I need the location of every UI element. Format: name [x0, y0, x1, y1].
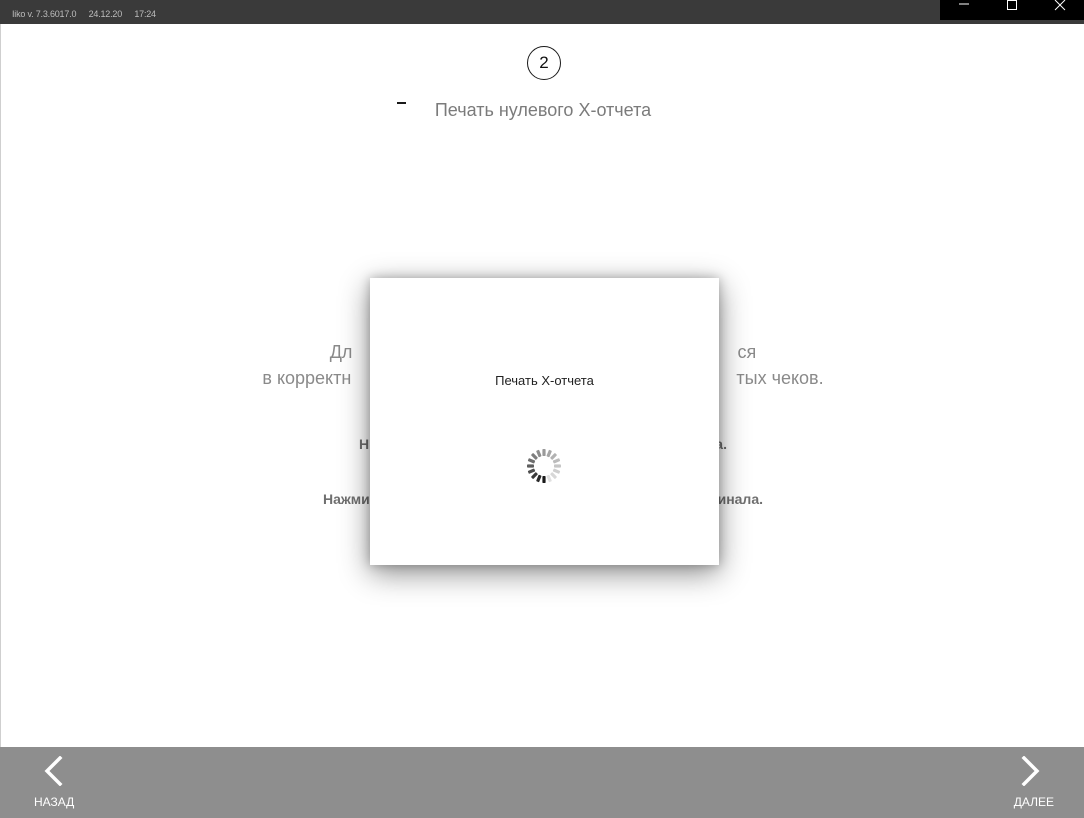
- app-time: 17:24: [134, 9, 156, 19]
- step-number: 2: [539, 53, 549, 72]
- app-version: Iiko v. 7.3.6017.0: [12, 9, 77, 19]
- app-info: Iiko v. 7.3.6017.0 24.12.20 17:24: [12, 9, 166, 19]
- back-label: НАЗАД: [34, 795, 75, 809]
- maximize-button[interactable]: [988, 0, 1036, 20]
- maximize-icon: [1007, 0, 1017, 10]
- title-bar: Iiko v. 7.3.6017.0 24.12.20 17:24: [0, 0, 1084, 24]
- next-button[interactable]: ДАЛЕЕ: [984, 747, 1074, 818]
- bottom-navigation-bar: НАЗАД ДАЛЕЕ: [0, 747, 1084, 818]
- minimize-icon: [959, 3, 969, 5]
- app-date: 24.12.20: [88, 9, 123, 19]
- progress-dialog: Печать X-отчета: [370, 278, 719, 565]
- window-controls: [940, 0, 1084, 20]
- minimize-button[interactable]: [940, 0, 988, 20]
- back-button[interactable]: НАЗАД: [10, 747, 100, 818]
- close-icon: [1054, 0, 1066, 11]
- chevron-left-icon: [44, 756, 63, 786]
- next-label: ДАЛЕЕ: [1013, 795, 1054, 809]
- close-button[interactable]: [1036, 0, 1084, 20]
- dialog-message: Печать X-отчета: [495, 373, 594, 388]
- chevron-right-icon: [1021, 756, 1040, 786]
- loading-spinner-icon: [527, 449, 561, 483]
- step-title: Печать нулевого X-отчета: [434, 100, 652, 120]
- step-indicator: 2: [527, 46, 561, 80]
